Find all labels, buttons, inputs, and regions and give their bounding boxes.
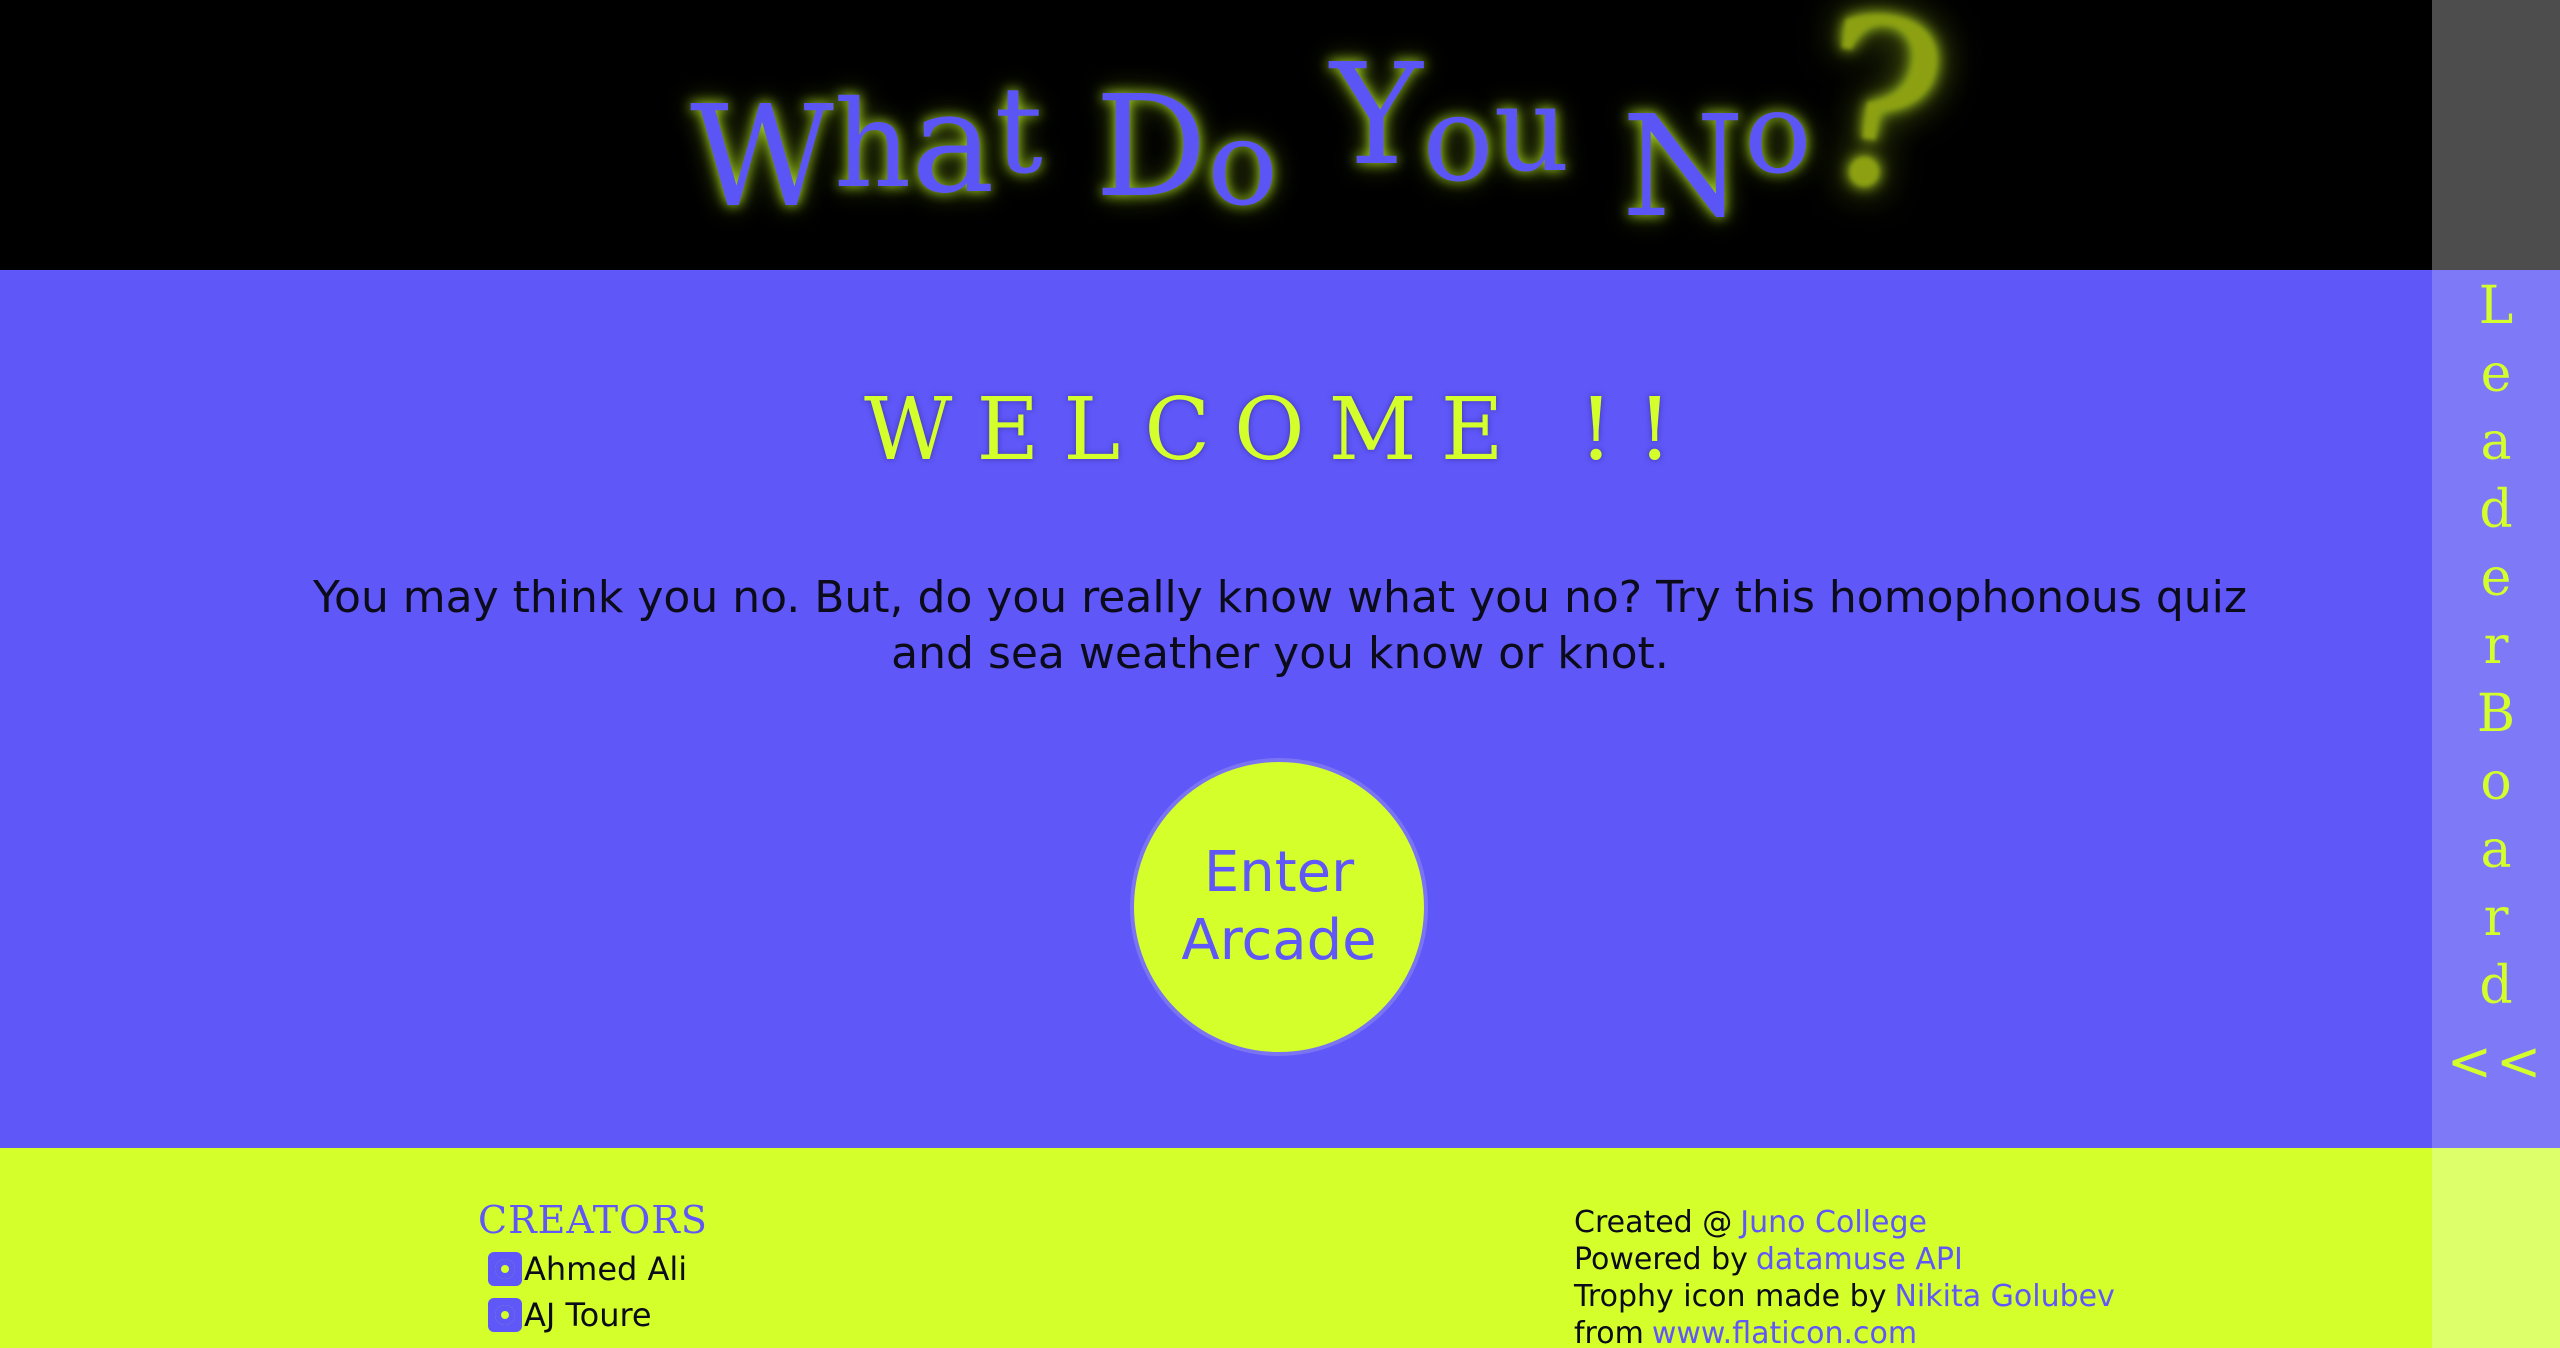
nikita-golubev-link[interactable]: Nikita Golubev [1894, 1279, 2114, 1314]
leaderboard-letter: B [2476, 684, 2516, 744]
leaderboard-label: L e a d e r B o a r d [2432, 272, 2560, 1020]
credit-prefix: Created @ [1574, 1205, 1733, 1240]
leaderboard-letter: L [2478, 276, 2514, 336]
title-letter: t [994, 62, 1043, 201]
intro-text: You may think you no. But, do you really… [312, 572, 2247, 679]
title-letter: o [1422, 70, 1494, 208]
leaderboard-letter: e [2480, 548, 2512, 608]
welcome-heading: WELCOME !! [864, 380, 1696, 480]
question-mark-glyph: ? [1799, 0, 1959, 248]
enter-arcade-label-line2: Arcade [1181, 908, 1377, 973]
credit-row: Powered by datamuse API [1574, 1241, 2115, 1278]
title-letter: W [690, 76, 834, 239]
site-header: W h a t D o Y o u N o ? [0, 0, 2432, 270]
welcome-section: WELCOME !! You may think you no. But, do… [0, 270, 2432, 1148]
title-letter: D [1094, 66, 1208, 229]
credit-row: from www.flaticon.com [1574, 1315, 2115, 1348]
leaderboard-letter: a [2480, 820, 2512, 880]
datamuse-api-link[interactable]: datamuse API [1756, 1242, 1963, 1277]
title-letter: Y [1330, 34, 1423, 197]
leaderboard-letter: e [2480, 344, 2512, 404]
enter-arcade-label-line1: Enter [1203, 840, 1355, 905]
title-letter: u [1493, 60, 1570, 198]
leaderboard-letter: d [2479, 480, 2513, 540]
title-letter: N [1621, 86, 1745, 249]
title-letter: o [1207, 94, 1279, 232]
credit-prefix: Trophy icon made by [1574, 1279, 1887, 1314]
credit-row: Trophy icon made by Nikita Golubev [1574, 1278, 2115, 1315]
leaderboard-bar-top [2432, 0, 2560, 270]
github-icon [488, 1298, 522, 1332]
creators-heading: CREATORS [478, 1198, 708, 1242]
credits: Created @ Juno College Powered by datamuse… [1574, 1204, 2115, 1348]
leaderboard-letter: r [2483, 616, 2509, 676]
leaderboard-letter: a [2480, 412, 2512, 472]
leaderboard-letter: d [2479, 956, 2513, 1016]
chevron-left-double-icon: << [2446, 1030, 2546, 1093]
flaticon-link[interactable]: www.flaticon.com [1652, 1316, 1917, 1348]
enter-arcade-button[interactable]: Enter Arcade [1130, 758, 1428, 1056]
credit-prefix: Powered by [1574, 1242, 1748, 1277]
title-letter: h [833, 76, 912, 215]
creator-name: Ahmed Ali [524, 1250, 688, 1288]
credit-row: Created @ Juno College [1574, 1204, 2115, 1241]
creator-name: AJ Toure [524, 1296, 652, 1334]
creator-link[interactable]: Ahmed Ali [488, 1250, 687, 1288]
title-letter: a [911, 62, 995, 225]
juno-college-link[interactable]: Juno College [1740, 1205, 1927, 1240]
leaderboard-toggle[interactable]: L e a d e r B o a r d << [2432, 270, 2560, 1148]
github-icon [488, 1252, 522, 1286]
leaderboard-bar-bottom [2432, 1148, 2560, 1348]
title-letter: o [1744, 69, 1812, 199]
site-footer: CREATORS Ahmed Ali AJ Toure Created @ Jun… [0, 1148, 2432, 1348]
creator-link[interactable]: AJ Toure [488, 1296, 652, 1334]
leaderboard-letter: r [2483, 888, 2509, 948]
credit-prefix: from [1574, 1316, 1644, 1348]
site-title: W h a t D o Y o u N o ? [690, 0, 1959, 249]
leaderboard-letter: o [2480, 752, 2512, 812]
